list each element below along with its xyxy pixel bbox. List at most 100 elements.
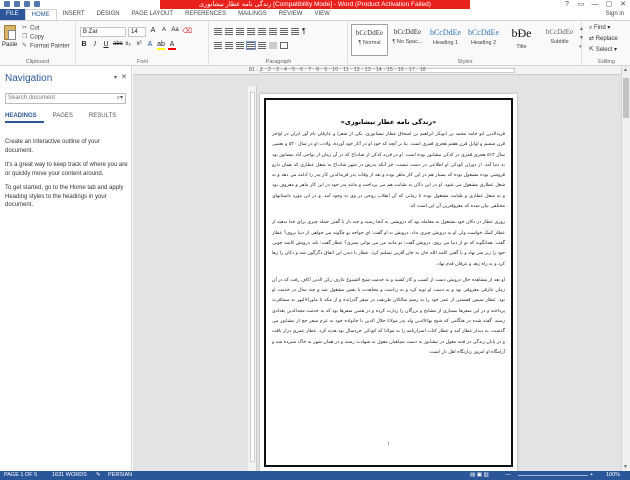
align-center-icon[interactable]	[225, 42, 233, 49]
style-sample: bCcDdEe	[429, 28, 462, 37]
nav-tab-results[interactable]: RESULTS	[89, 113, 123, 123]
text-effects-icon[interactable]: A	[146, 41, 154, 50]
style-name: ¶ No Spac...	[392, 39, 423, 45]
scroll-down-icon[interactable]: ▼	[623, 464, 628, 470]
find-label: Find	[594, 25, 606, 31]
vertical-ruler[interactable]	[248, 86, 257, 471]
cut-button[interactable]: ✂ Cut	[22, 25, 39, 32]
shrink-font-icon[interactable]: A	[160, 27, 168, 35]
document-heading[interactable]: «زندگی نامه عطار نیشابوری»	[260, 118, 517, 126]
increase-indent-icon[interactable]	[258, 28, 266, 35]
document-area[interactable]: 81 · 1 · 2 · 3 · 4 · 5 · 6 · 7 · 8 · 9 ·…	[133, 66, 621, 471]
navigation-pane: Navigation ▾ ✕ Search document ⌕▾ HEADIN…	[0, 66, 132, 471]
show-marks-icon[interactable]: ¶	[302, 28, 310, 35]
format-painter-button[interactable]: ✎ Format Painter	[22, 43, 70, 50]
multilevel-list-icon[interactable]	[236, 28, 244, 35]
replace-button[interactable]: ⇄ Replace	[589, 35, 618, 42]
styles-group-label: Styles	[457, 59, 473, 65]
bold-icon[interactable]: B	[80, 41, 88, 50]
document-paragraph[interactable]: او بعد از مشاهده حال درویش دست از کسب و …	[272, 276, 505, 358]
underline-icon[interactable]: U	[102, 41, 110, 50]
ltr-direction-icon[interactable]	[269, 28, 277, 35]
ribbon-display-button[interactable]: ▭	[574, 0, 588, 9]
style-sample: bCcDdEe	[393, 28, 422, 36]
redo-icon[interactable]	[34, 1, 40, 7]
strikethrough-icon[interactable]: abc	[113, 41, 123, 50]
style-subtitle[interactable]: bCcDdEe Subtitle	[541, 24, 578, 56]
find-button[interactable]: ⌕ Find ▾	[589, 24, 610, 32]
close-button[interactable]: ✕	[616, 0, 630, 9]
document-body[interactable]: فریدالدین ابو حامد محمد بن ابوبکر ابراهی…	[272, 130, 505, 364]
zoom-slider[interactable]	[518, 475, 588, 476]
select-button[interactable]: ⇱ Select ▾	[589, 46, 617, 53]
help-button[interactable]: ?	[560, 0, 574, 9]
font-size-box[interactable]: 14	[128, 27, 146, 37]
document-page[interactable]: «زندگی نامه عطار نیشابوری» فریدالدین ابو…	[260, 94, 517, 471]
font-name-box[interactable]: B Zar	[80, 27, 126, 37]
ruler-numbers: 81 · 1 · 2 · 3 · 4 · 5 · 6 · 7 · 8 · 9 ·…	[249, 67, 426, 73]
proofing-icon[interactable]: ✎	[96, 471, 101, 480]
tab-mailings[interactable]: MAILINGS	[232, 9, 273, 20]
close-icon[interactable]: ✕	[121, 73, 127, 81]
search-input[interactable]: Search document ⌕▾	[5, 93, 126, 104]
superscript-icon[interactable]: x²	[135, 41, 143, 50]
decrease-indent-icon[interactable]	[247, 28, 255, 35]
tab-view[interactable]: VIEW	[308, 9, 335, 20]
justify-icon[interactable]	[246, 41, 256, 50]
scrollbar-thumb[interactable]	[623, 78, 629, 118]
grow-font-icon[interactable]: A	[149, 27, 157, 35]
tab-file[interactable]: FILE	[0, 9, 25, 20]
zoom-in-icon[interactable]: +	[590, 471, 593, 480]
tab-insert[interactable]: INSERT	[57, 9, 91, 20]
view-mode-icons[interactable]: ▤ ▣ ▥	[470, 471, 489, 480]
clipboard-group: Paste ✂ Cut ❐ Copy ✎ Format Painter Clipboa…	[0, 21, 76, 66]
style-heading-1[interactable]: bCcDdEe Heading 1	[427, 24, 464, 56]
highlight-icon[interactable]: ab	[157, 41, 165, 50]
horizontal-ruler[interactable]: 81 · 1 · 2 · 3 · 4 · 5 · 6 · 7 · 8 · 9 ·…	[133, 66, 621, 75]
clear-format-icon[interactable]: ⌫	[182, 27, 192, 35]
zoom-level[interactable]: 100%	[606, 471, 620, 480]
subscript-icon[interactable]: x₂	[124, 41, 132, 50]
zoom-out-icon[interactable]: —	[505, 471, 511, 480]
copy-button[interactable]: ❐ Copy	[22, 34, 44, 41]
rtl-direction-icon[interactable]	[280, 28, 288, 35]
italic-icon[interactable]: I	[91, 41, 99, 50]
maximize-button[interactable]: ▢	[602, 0, 616, 9]
page-count-status[interactable]: PAGE 1 OF 5	[4, 471, 37, 480]
bullets-icon[interactable]	[214, 28, 222, 35]
paste-icon[interactable]	[4, 25, 16, 40]
document-paragraph[interactable]: فریدالدین ابو حامد محمد بن ابوبکر ابراهی…	[272, 130, 505, 212]
chevron-down-icon[interactable]: ▾	[114, 74, 117, 81]
nav-tab-headings[interactable]: HEADINGS	[5, 113, 44, 123]
numbering-icon[interactable]	[225, 28, 233, 35]
align-left-icon[interactable]	[214, 42, 222, 49]
word-count-status[interactable]: 1631 WORDS	[52, 471, 87, 480]
vertical-scrollbar[interactable]: ▲ ▼	[621, 66, 630, 471]
tab-home[interactable]: HOME	[24, 9, 57, 20]
style-heading-2[interactable]: bCcDdEe Heading 2	[465, 24, 502, 56]
style-no-spacing[interactable]: bCcDdEe ¶ No Spac...	[389, 24, 426, 56]
scroll-up-icon[interactable]: ▲	[623, 67, 628, 73]
shading-icon[interactable]	[269, 42, 277, 49]
borders-icon[interactable]	[280, 42, 288, 49]
change-case-icon[interactable]: Aa	[171, 27, 179, 35]
undo-icon[interactable]	[24, 1, 30, 7]
sort-icon[interactable]	[291, 28, 299, 35]
style-normal[interactable]: bCcDdEe ¶ Normal	[351, 24, 388, 56]
save-icon[interactable]	[14, 1, 20, 7]
tab-references[interactable]: REFERENCES	[179, 9, 232, 20]
minimize-button[interactable]: —	[588, 0, 602, 9]
paste-button[interactable]: Paste	[2, 42, 17, 48]
language-status[interactable]: PERSIAN	[108, 471, 132, 480]
document-paragraph[interactable]: روزی عطار در دکان خود مشغول به معامله بو…	[272, 218, 505, 269]
tab-design[interactable]: DESIGN	[91, 9, 126, 20]
font-color-icon[interactable]: A	[168, 41, 176, 50]
nav-tab-pages[interactable]: PAGES	[53, 113, 80, 123]
tab-review[interactable]: REVIEW	[273, 9, 309, 20]
tab-page-layout[interactable]: PAGE LAYOUT	[126, 9, 179, 20]
sign-in-link[interactable]: Sign in	[606, 9, 624, 20]
line-spacing-icon[interactable]	[258, 42, 266, 49]
search-icon[interactable]: ⌕▾	[117, 94, 123, 103]
align-right-icon[interactable]	[236, 42, 244, 49]
style-title[interactable]: bĐe Title	[503, 24, 540, 56]
